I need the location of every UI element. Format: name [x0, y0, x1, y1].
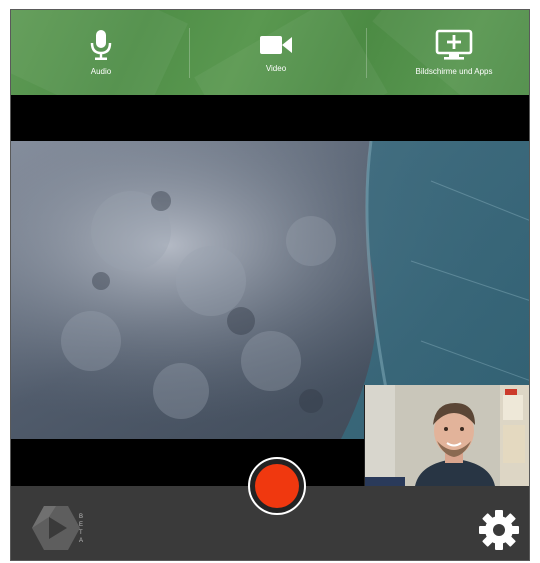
beta-label: B E T A: [79, 514, 85, 544]
record-dot-icon: [255, 464, 299, 508]
video-button[interactable]: Video: [226, 10, 326, 95]
webcam-person-image: [365, 385, 529, 486]
video-label: Video: [265, 64, 287, 73]
app-logo-icon: [32, 506, 80, 550]
gear-icon[interactable]: [477, 508, 521, 552]
audio-label: Audio: [90, 67, 112, 76]
screens-apps-label: Bildschirme und Apps: [415, 67, 493, 76]
app-window: Audio Video Bildschirme und Apps B E T A: [10, 9, 530, 561]
add-screen-icon: [435, 29, 473, 60]
top-toolbar: Audio Video Bildschirme und Apps: [11, 10, 529, 95]
audio-button[interactable]: Audio: [51, 10, 151, 95]
microphone-icon: [90, 30, 112, 60]
record-button[interactable]: [248, 457, 306, 515]
toolbar-divider: [189, 28, 190, 78]
webcam-pip[interactable]: [364, 385, 529, 486]
toolbar-divider: [366, 28, 367, 78]
screens-apps-button[interactable]: Bildschirme und Apps: [399, 10, 509, 95]
video-camera-icon: [260, 36, 292, 54]
